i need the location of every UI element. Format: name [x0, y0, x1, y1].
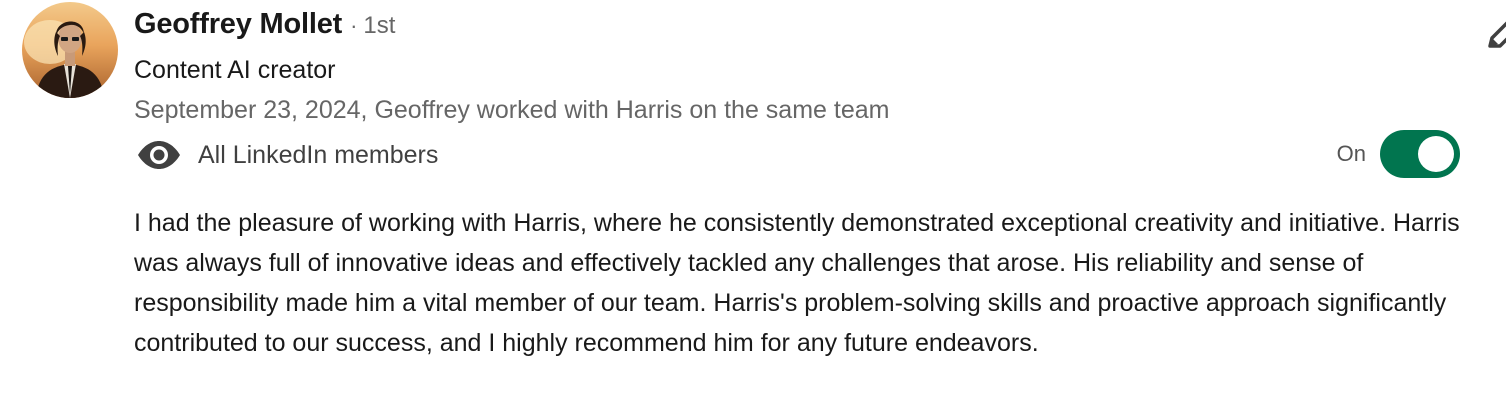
visibility-toggle[interactable] — [1380, 130, 1460, 178]
author-header: Geoffrey Mollet · 1st — [134, 8, 395, 41]
degree-separator: · — [350, 13, 358, 38]
visibility-toggle-group: On — [1337, 130, 1460, 178]
recommendation-text: I had the pleasure of working with Harri… — [134, 209, 1460, 357]
toggle-state-label: On — [1336, 141, 1366, 166]
pencil-icon[interactable] — [1484, 14, 1506, 54]
recommendation-meta: September 23, 2024, Geoffrey worked with… — [134, 96, 890, 124]
avatar[interactable] — [22, 2, 118, 98]
connection-degree: 1st — [363, 12, 396, 39]
author-name[interactable]: Geoffrey Mollet — [134, 8, 342, 41]
author-headline: Content AI creator — [134, 56, 336, 84]
eye-icon[interactable] — [136, 138, 182, 172]
toggle-knob — [1418, 136, 1454, 172]
visibility-setting: All LinkedIn members — [136, 138, 438, 172]
avatar-photo — [22, 2, 118, 98]
visibility-label: All LinkedIn members — [198, 140, 439, 169]
